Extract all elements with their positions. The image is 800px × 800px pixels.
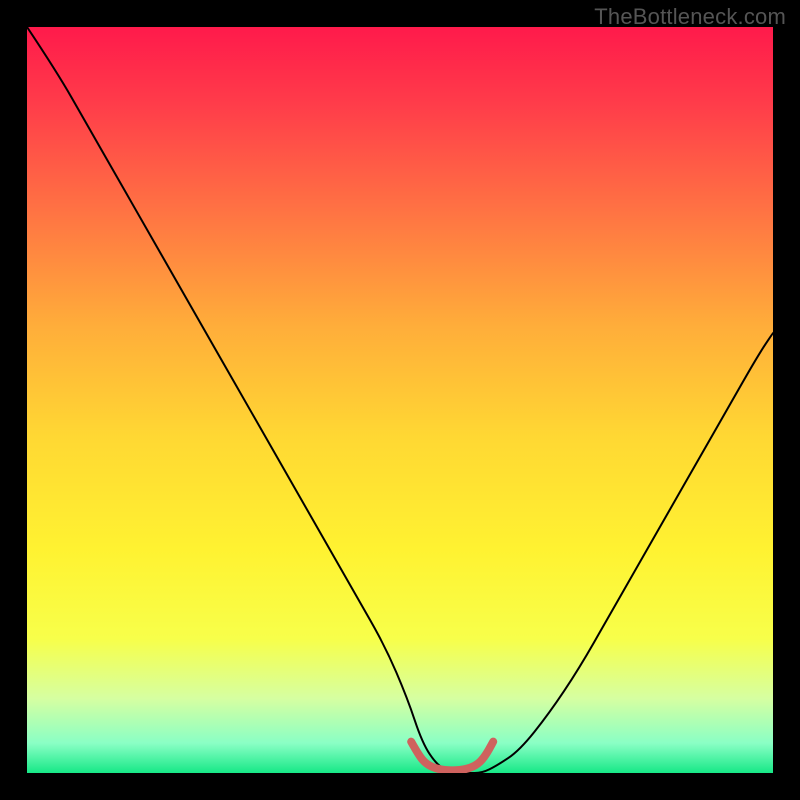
chart-plot-area	[27, 27, 773, 773]
chart-svg	[27, 27, 773, 773]
chart-background	[27, 27, 773, 773]
chart-frame: TheBottleneck.com	[0, 0, 800, 800]
watermark-label: TheBottleneck.com	[594, 4, 786, 30]
